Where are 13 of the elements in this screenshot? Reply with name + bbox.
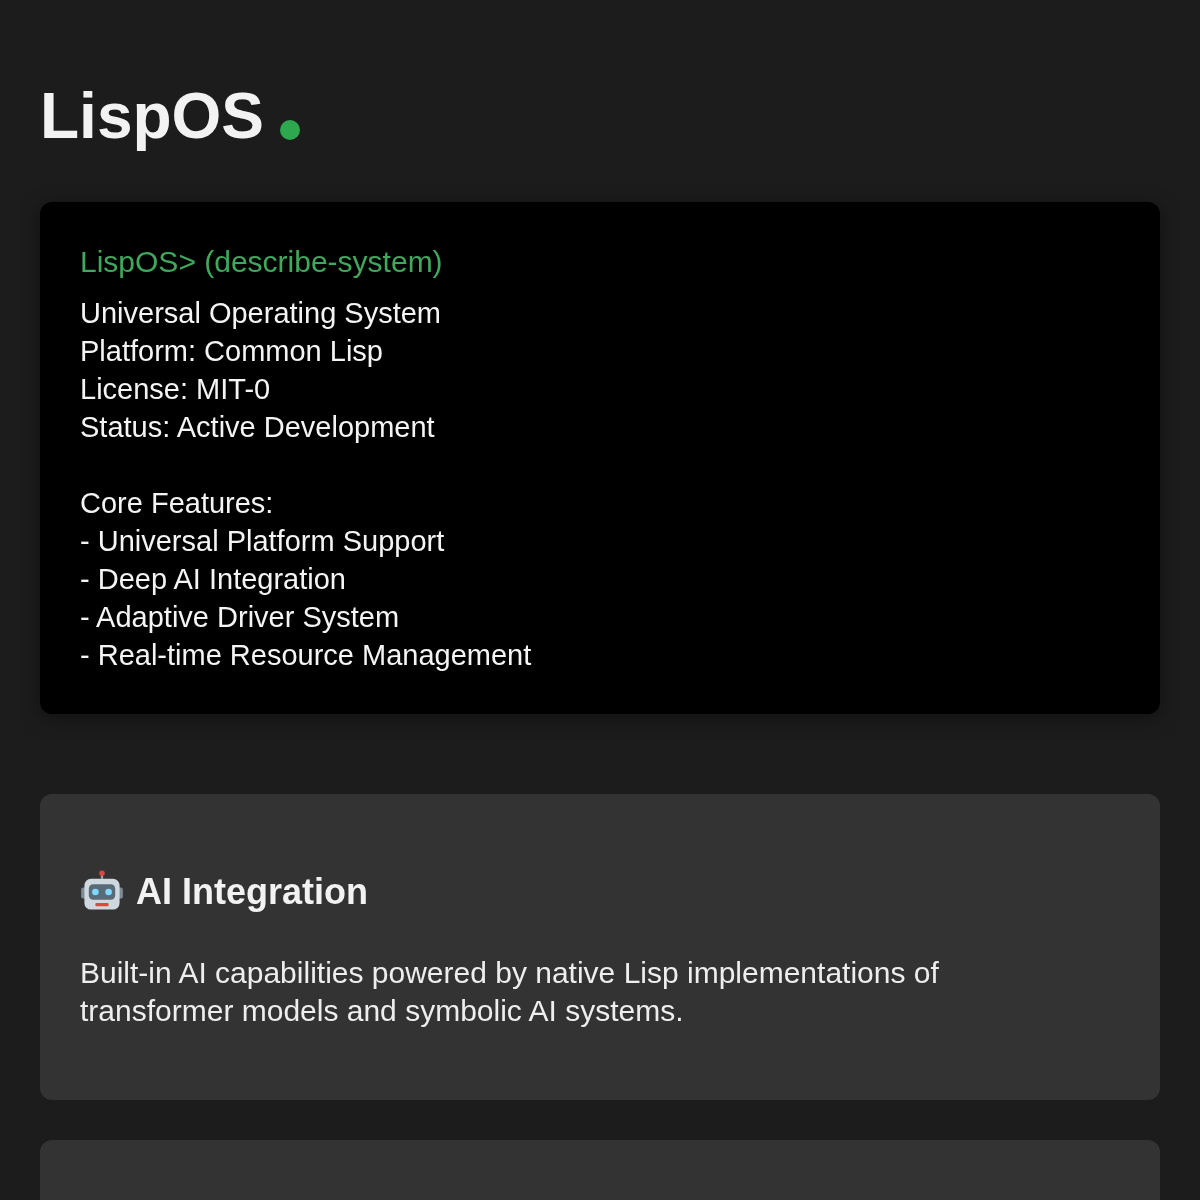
terminal-line: - Deep AI Integration xyxy=(80,562,347,597)
card-title: AI Integration xyxy=(136,871,368,913)
terminal-line: Platform: Common Lisp xyxy=(80,334,384,369)
card-description: Built-in AI capabilities powered by native Lisp implementations of transformer models and symbolic AI systems. xyxy=(80,955,940,1029)
terminal-line: - Real-time Resource Management xyxy=(80,638,533,673)
terminal-line: Core Features: xyxy=(80,486,275,521)
site-title: LispOS xyxy=(40,79,265,154)
terminal-line: Status: Active Development xyxy=(80,410,436,445)
terminal-line: - Universal Platform Support xyxy=(80,524,446,559)
terminal-line: Universal Operating System xyxy=(80,296,443,331)
terminal-line: - Adaptive Driver System xyxy=(80,600,401,635)
terminal-prompt: LispOS> (describe-system) xyxy=(80,244,444,280)
terminal-line: License: MIT-0 xyxy=(80,372,272,407)
